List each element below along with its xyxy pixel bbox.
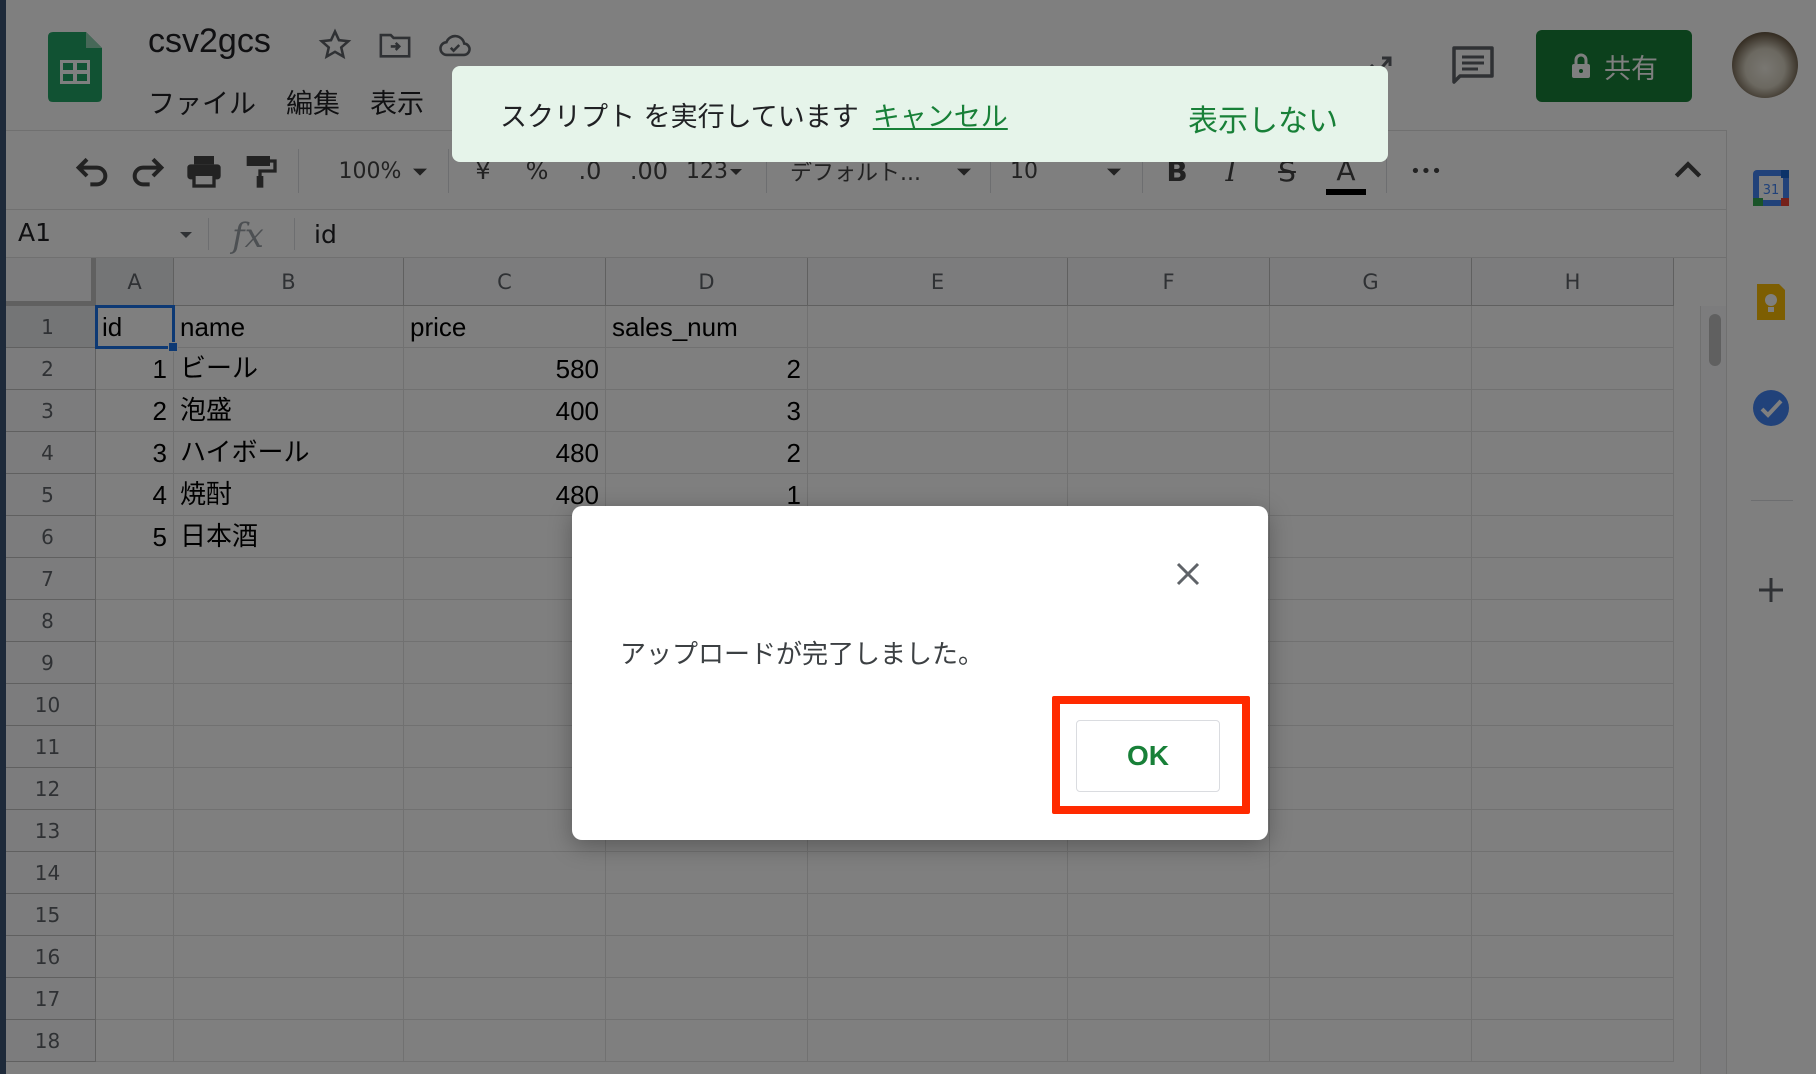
script-running-toast: スクリプト を実行しています キャンセル 表示しない <box>452 66 1388 162</box>
ok-button[interactable]: OK <box>1076 720 1220 792</box>
close-icon[interactable] <box>1172 558 1204 590</box>
toast-cancel-link[interactable]: キャンセル <box>873 95 1008 134</box>
toast-message: スクリプト を実行しています <box>500 101 859 133</box>
dialog-message: アップロードが完了しました。 <box>620 640 985 670</box>
toast-dismiss-button[interactable]: 表示しない <box>1188 96 1338 140</box>
upload-complete-dialog: アップロードが完了しました。 OK <box>572 506 1268 840</box>
window-edge <box>0 0 6 1074</box>
